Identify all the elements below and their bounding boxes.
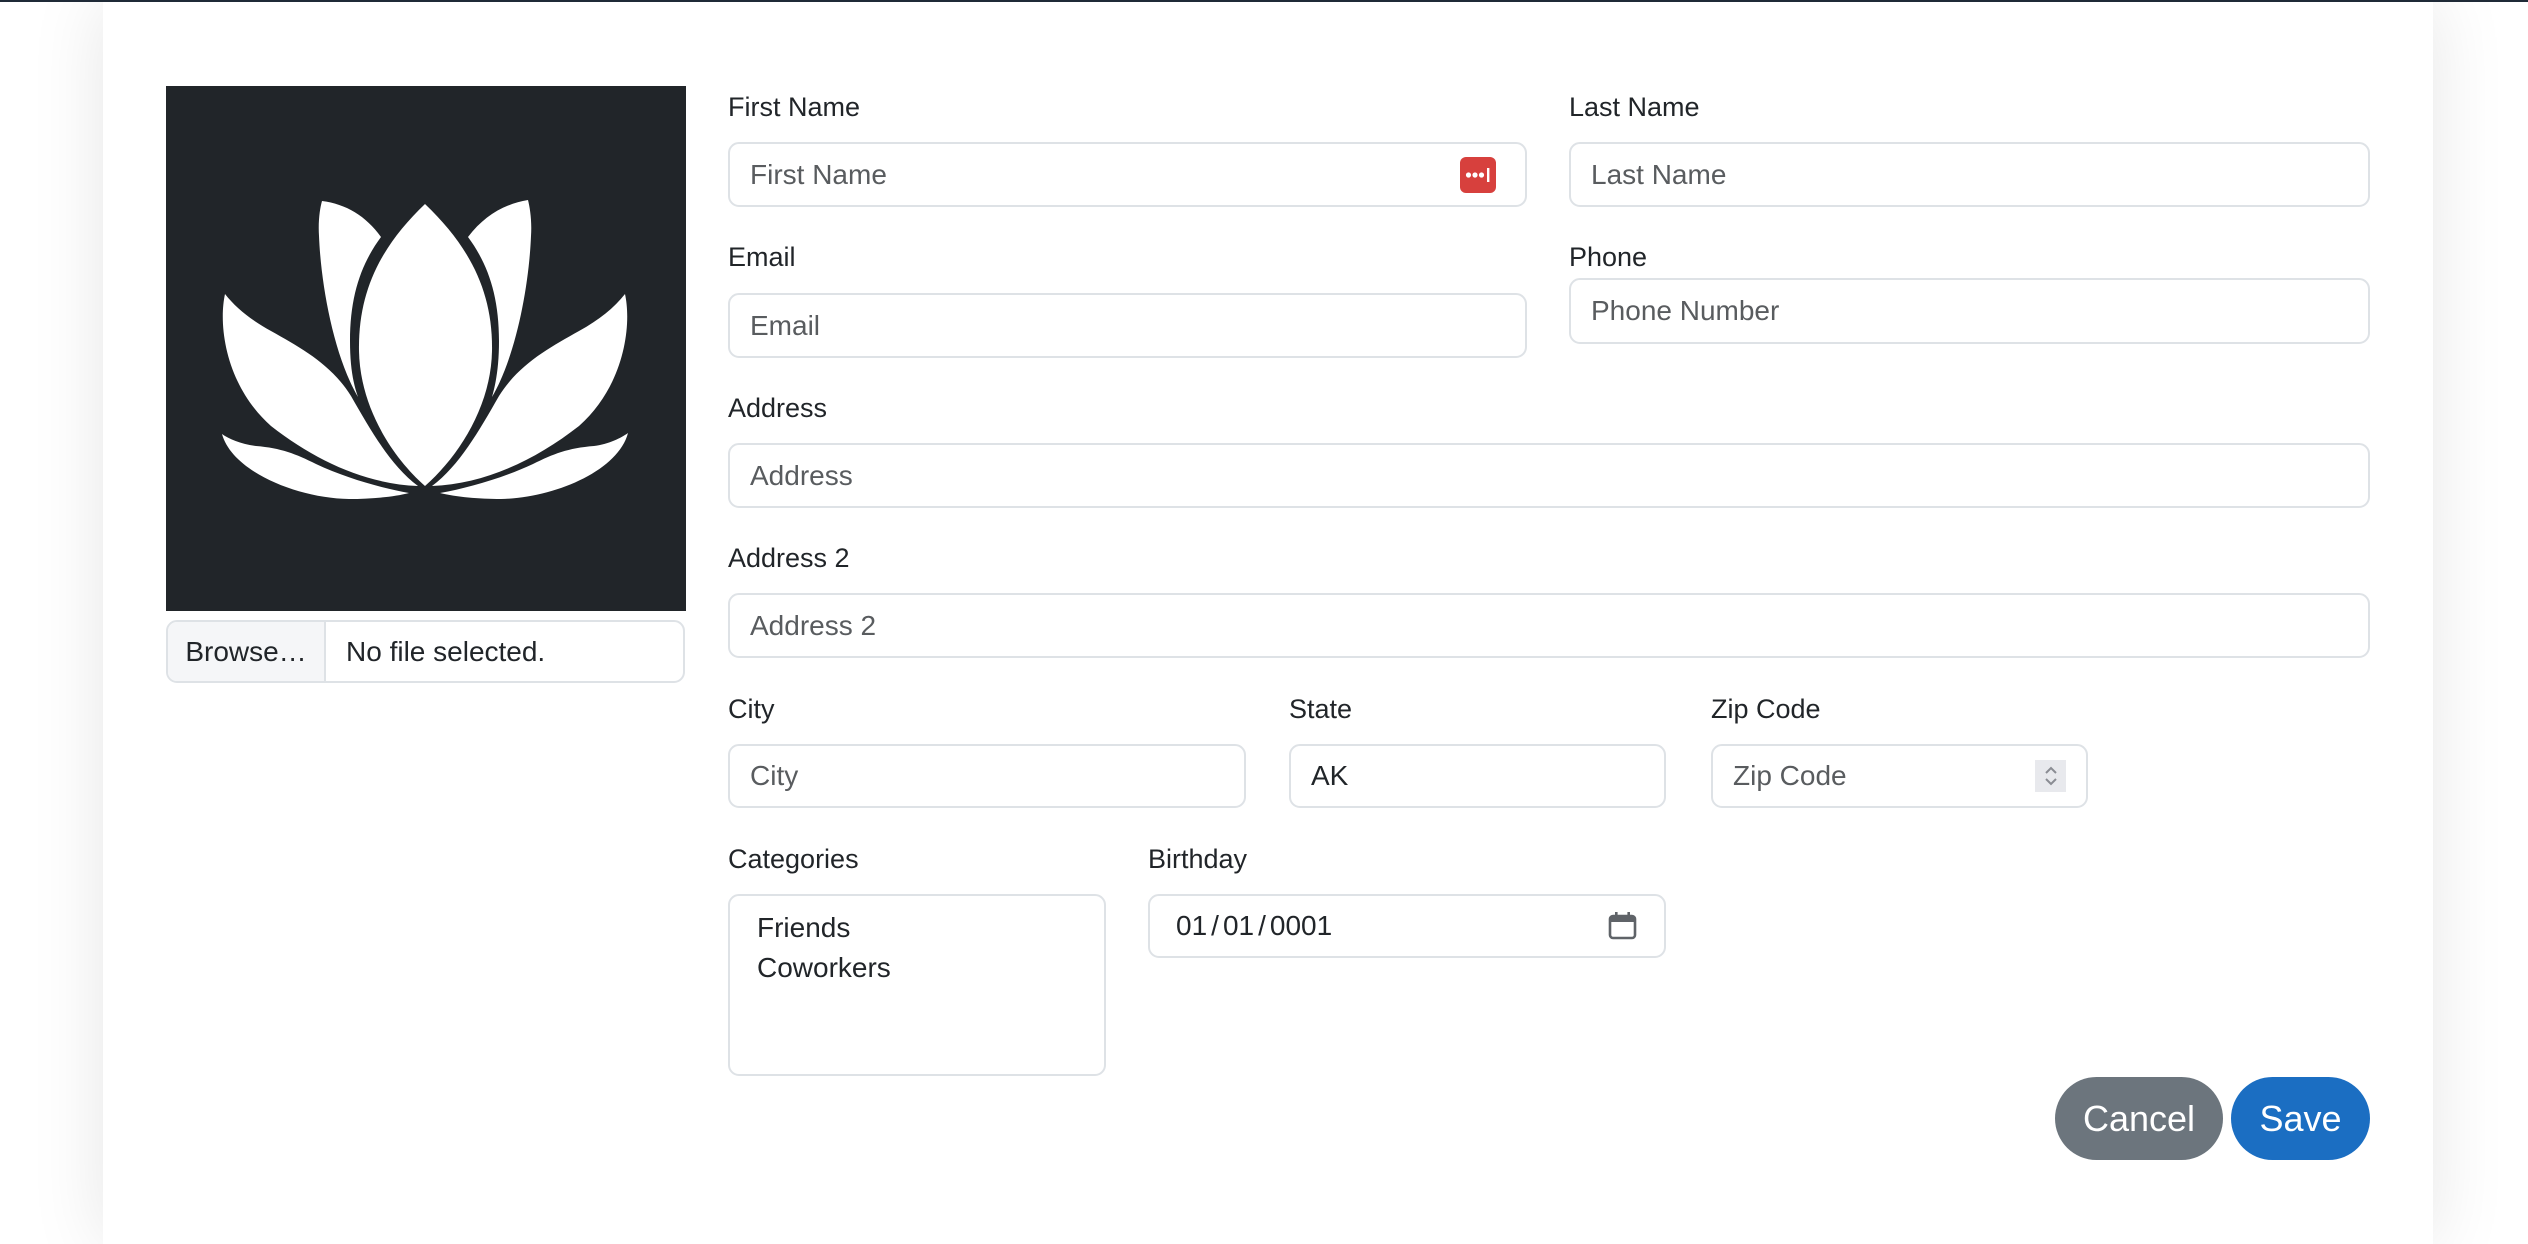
- phone-label: Phone: [1569, 242, 1648, 272]
- last-name-input[interactable]: [1569, 142, 2370, 207]
- birthday-date-input[interactable]: 01 / 01 / 0001: [1148, 894, 1666, 958]
- address2-label: Address 2: [728, 543, 850, 573]
- lotus-logo-icon: [222, 200, 628, 499]
- calendar-icon[interactable]: [1608, 911, 1637, 940]
- cancel-button[interactable]: Cancel: [2055, 1077, 2223, 1160]
- date-separator: /: [1258, 910, 1266, 941]
- categories-listbox[interactable]: Friends Coworkers: [728, 894, 1106, 1076]
- first-name-label: First Name: [728, 92, 861, 122]
- password-manager-icon[interactable]: [1460, 157, 1496, 193]
- zip-code-label: Zip Code: [1711, 694, 1821, 724]
- email-label: Email: [728, 242, 796, 272]
- category-option[interactable]: Friends: [730, 908, 1104, 948]
- address-input[interactable]: [728, 443, 2370, 508]
- address2-input[interactable]: [728, 593, 2370, 658]
- address-label: Address: [728, 393, 828, 423]
- birthday-day[interactable]: 01: [1223, 910, 1254, 942]
- city-label: City: [728, 694, 775, 724]
- date-separator: /: [1211, 910, 1219, 941]
- state-input[interactable]: [1289, 744, 1666, 808]
- email-input[interactable]: [728, 293, 1527, 358]
- last-name-label: Last Name: [1569, 92, 1700, 122]
- category-option[interactable]: Coworkers: [730, 948, 1104, 988]
- window-top-border: [0, 0, 2528, 2]
- birthday-label: Birthday: [1148, 844, 1248, 874]
- state-label: State: [1289, 694, 1353, 724]
- photo-file-input[interactable]: Browse… No file selected.: [166, 620, 685, 683]
- zip-code-input[interactable]: [1711, 744, 2088, 808]
- first-name-input[interactable]: [728, 142, 1527, 207]
- phone-input[interactable]: [1569, 278, 2370, 344]
- number-spinner-icon[interactable]: [2035, 760, 2066, 792]
- categories-label: Categories: [728, 844, 859, 874]
- birthday-month[interactable]: 01: [1176, 910, 1207, 942]
- file-status-text: No file selected.: [346, 635, 546, 667]
- browse-button[interactable]: Browse…: [168, 622, 326, 681]
- birthday-year[interactable]: 0001: [1270, 910, 1332, 942]
- city-input[interactable]: [728, 744, 1246, 808]
- contact-photo: [166, 86, 686, 611]
- save-button[interactable]: Save: [2231, 1077, 2370, 1160]
